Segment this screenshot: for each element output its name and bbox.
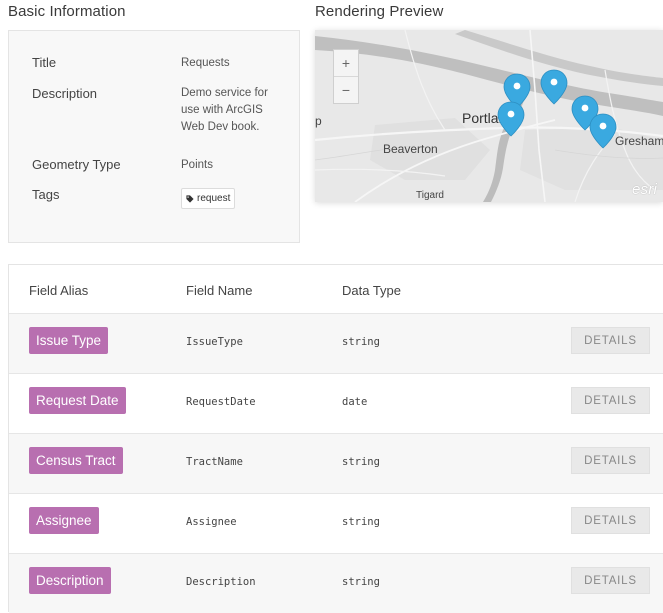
marker-layer [497, 69, 617, 149]
basic-info-card: Title Requests Description Demo service … [8, 30, 300, 243]
table-row: Assignee Assignee string DETAILS [9, 493, 663, 553]
details-button[interactable]: DETAILS [571, 387, 650, 414]
zoom-out-button[interactable]: − [334, 76, 358, 103]
basic-info-heading: Basic Information [8, 3, 126, 20]
table-row: Issue Type IssueType string DETAILS [9, 313, 663, 373]
details-button[interactable]: DETAILS [571, 507, 650, 534]
zoom-in-button[interactable]: + [334, 50, 358, 76]
table-row: Description Description string DETAILS [9, 553, 663, 613]
field-alias-badge: Description [29, 567, 111, 594]
field-name: IssueType [186, 336, 243, 348]
details-button[interactable]: DETAILS [571, 567, 650, 594]
header-data-type: Data Type [342, 283, 402, 298]
tag-label: request [197, 193, 231, 204]
field-alias-badge: Census Tract [29, 447, 123, 474]
table-row: Request Date RequestDate date DETAILS [9, 373, 663, 433]
map-preview[interactable]: Portland Beaverton Gresham Tigard p + − … [315, 30, 663, 202]
tag-icon [186, 194, 194, 203]
details-button[interactable]: DETAILS [571, 327, 650, 354]
map-marker-icon[interactable] [589, 113, 617, 149]
field-name: Description [186, 576, 256, 588]
data-type: string [342, 456, 380, 468]
field-alias-badge: Assignee [29, 507, 99, 534]
field-alias-badge: Request Date [29, 387, 126, 414]
tag-request[interactable]: request [181, 188, 236, 209]
header-field-name: Field Name [186, 283, 253, 298]
data-type: string [342, 516, 380, 528]
data-type: string [342, 336, 380, 348]
fields-table: Field Alias Field Name Data Type Issue T… [8, 264, 663, 613]
header-field-alias: Field Alias [29, 283, 89, 298]
description-line: use with ArcGIS [181, 104, 263, 116]
title-value: Requests [181, 57, 230, 69]
esri-logo: esri [632, 181, 657, 198]
description-label: Description [32, 86, 98, 101]
tags-value: request [181, 188, 236, 209]
details-button[interactable]: DETAILS [571, 447, 650, 474]
description-line: Web Dev book. [181, 121, 260, 133]
field-name: Assignee [186, 516, 237, 528]
field-name: TractName [186, 456, 243, 468]
rendering-preview-heading: Rendering Preview [315, 3, 444, 20]
field-name: RequestDate [186, 396, 256, 408]
field-alias-badge: Issue Type [29, 327, 109, 354]
tags-label: Tags [32, 187, 60, 202]
table-row: Census Tract TractName string DETAILS [9, 433, 663, 493]
data-type: string [342, 576, 380, 588]
description-value: Demo service for use with ArcGIS Web Dev… [181, 85, 268, 136]
description-line: Demo service for [181, 87, 268, 99]
map-marker-icon[interactable] [497, 101, 525, 137]
geometry-type-label: Geometry Type [32, 157, 121, 172]
data-type: date [342, 396, 368, 408]
geometry-type-value: Points [181, 159, 213, 171]
zoom-control: + − [333, 49, 359, 104]
title-label: Title [32, 55, 57, 70]
map-marker-icon[interactable] [540, 69, 568, 105]
